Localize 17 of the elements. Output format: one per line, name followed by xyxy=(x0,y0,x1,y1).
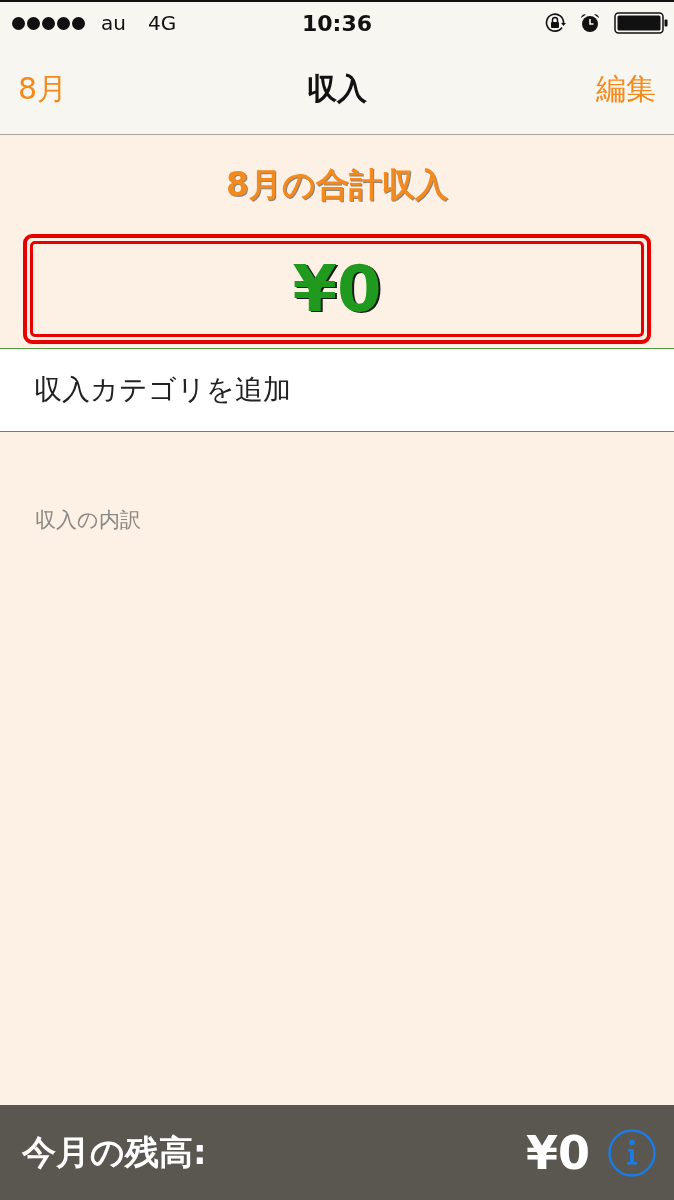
add-category-row[interactable]: 収入カテゴリを追加 xyxy=(0,348,674,432)
balance-amount: ¥0 xyxy=(526,1125,590,1180)
edit-button[interactable]: 編集 xyxy=(596,68,656,110)
alarm-clock-icon xyxy=(580,13,600,33)
nav-title: 収入 xyxy=(307,69,367,108)
carrier-name: au xyxy=(101,11,126,35)
total-amount: ¥0 xyxy=(292,257,382,321)
network-type: 4G xyxy=(147,11,177,35)
back-button[interactable]: 8月 xyxy=(18,68,68,110)
info-icon[interactable] xyxy=(608,1128,656,1177)
rotation-lock-icon xyxy=(544,12,566,34)
section-header: 収入の内訳 xyxy=(35,507,141,534)
summary-title: 8月の合計収入 xyxy=(226,164,448,206)
signal-strength-icon xyxy=(12,16,85,30)
battery-icon xyxy=(614,12,668,34)
status-time: 10:36 xyxy=(302,10,372,36)
balance-label: 今月の残高: xyxy=(22,1130,207,1174)
